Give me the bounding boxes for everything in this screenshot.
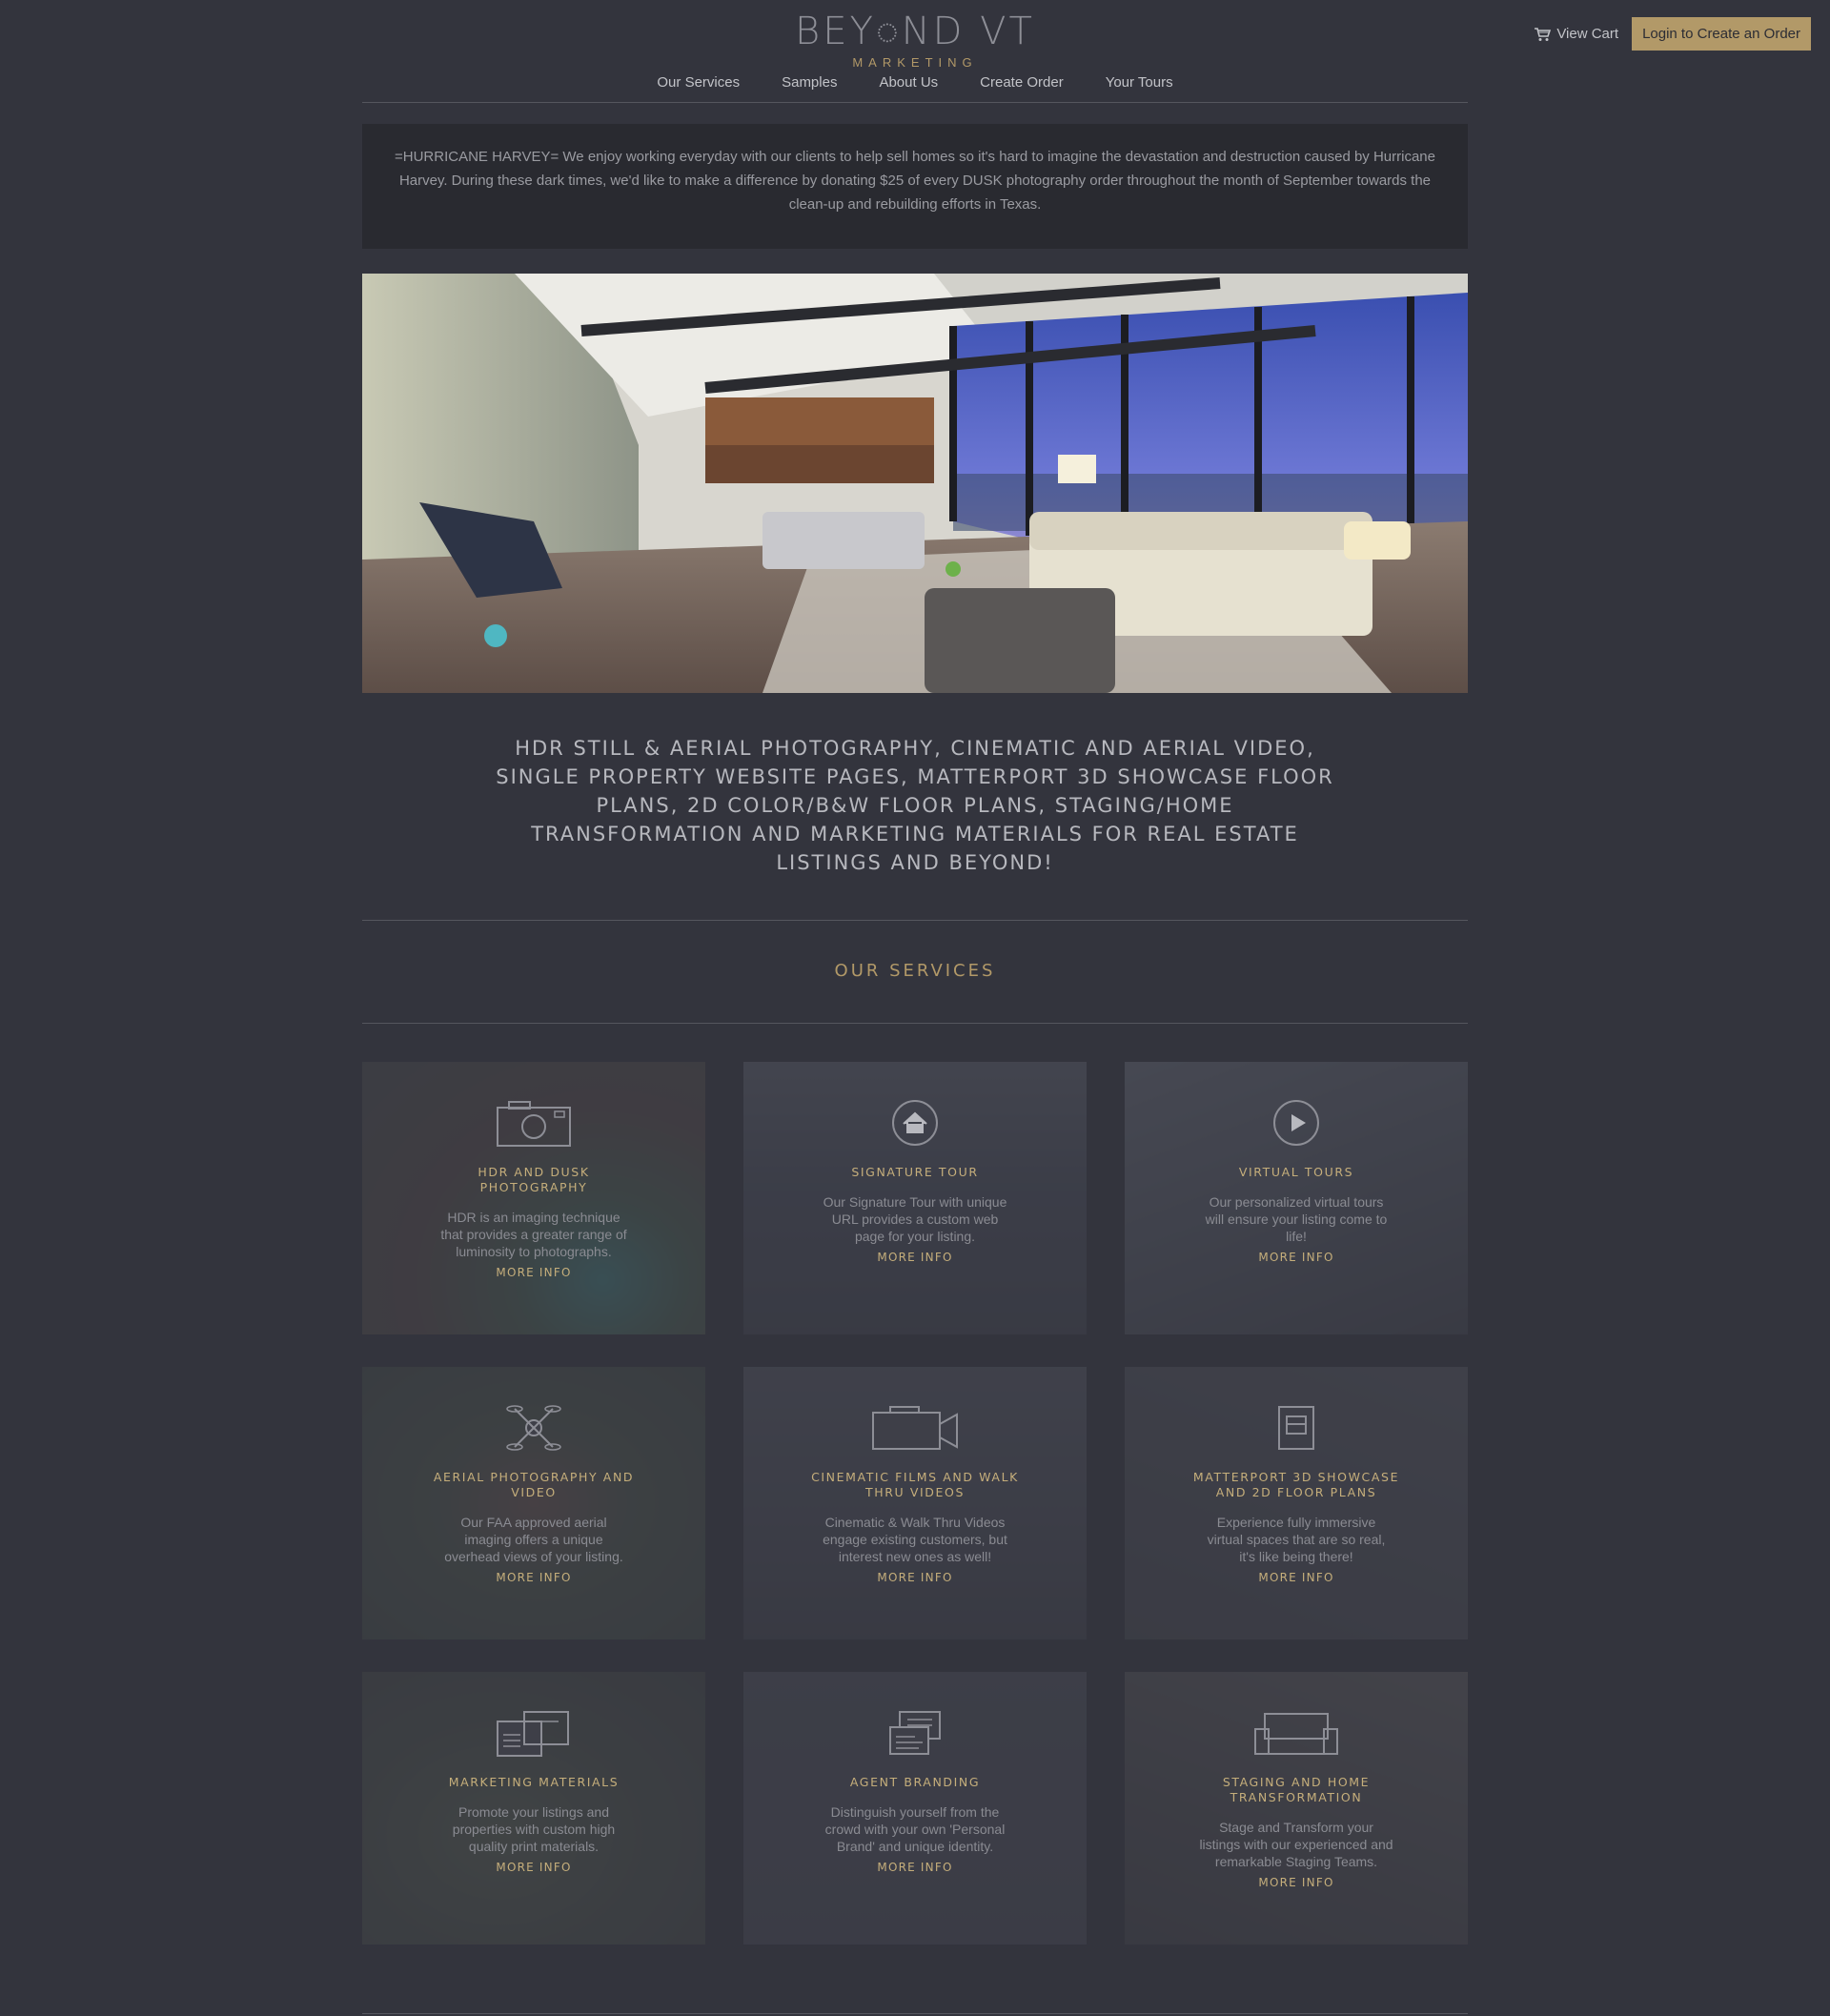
service-card-content: STAGING AND HOME TRANSFORMATION Stage and… [1125, 1672, 1468, 1889]
header-actions: View Cart Login to Create an Order [1534, 17, 1811, 51]
service-card-content: VIRTUAL TOURS Our personalized virtual to… [1125, 1062, 1468, 1264]
nav-samples[interactable]: Samples [782, 74, 837, 91]
service-description: Our Signature Tour with unique URL provi… [823, 1194, 1007, 1244]
service-title: STAGING AND HOME TRANSFORMATION [1222, 1775, 1371, 1804]
main-nav: Our Services Samples About Us Create Ord… [362, 74, 1468, 103]
living-room-photo [362, 274, 1468, 693]
service-title: SIGNATURE TOUR [851, 1165, 979, 1179]
nav-about-us[interactable]: About Us [879, 74, 938, 91]
camera-icon [362, 1098, 705, 1148]
home-icon [743, 1098, 1087, 1148]
service-title: AERIAL PHOTOGRAPHY AND VIDEO [433, 1470, 635, 1499]
view-cart-link[interactable]: View Cart [1534, 26, 1618, 42]
view-cart-label: View Cart [1556, 26, 1619, 42]
service-card[interactable]: HDR AND DUSK PHOTOGRAPHY HDR is an imagin… [362, 1062, 705, 1334]
drone-icon [362, 1403, 705, 1453]
divider-bottom [362, 1023, 1468, 1024]
divider-top [362, 920, 1468, 921]
business-card-icon [743, 1708, 1087, 1758]
service-title: VIRTUAL TOURS [1238, 1165, 1354, 1179]
more-info-link[interactable]: MORE INFO [362, 1266, 705, 1279]
service-card-content: CINEMATIC FILMS AND WALK THRU VIDEOS Cine… [743, 1367, 1087, 1584]
service-description: Experience fully immersive virtual space… [1207, 1515, 1386, 1564]
video-camera-icon [743, 1403, 1087, 1453]
service-card[interactable]: AERIAL PHOTOGRAPHY AND VIDEO Our FAA appr… [362, 1367, 705, 1639]
service-card[interactable]: MARKETING MATERIALS Promote your listings… [362, 1672, 705, 1945]
service-description: Cinematic & Walk Thru Videos engage exis… [823, 1515, 1007, 1564]
cart-icon [1535, 27, 1552, 41]
service-card[interactable]: MATTERPORT 3D SHOWCASE AND 2D FLOOR PLAN… [1125, 1367, 1468, 1639]
service-title: CINEMATIC FILMS AND WALK THRU VIDEOS [811, 1470, 1019, 1499]
service-description: Distinguish yourself from the crowd with… [824, 1804, 1006, 1854]
service-card[interactable]: AGENT BRANDING Distinguish yourself from … [743, 1672, 1087, 1945]
service-card[interactable]: SIGNATURE TOUR Our Signature Tour with un… [743, 1062, 1087, 1334]
service-description: Our FAA approved aerial imaging offers a… [444, 1515, 623, 1564]
nav-your-tours[interactable]: Your Tours [1106, 74, 1173, 91]
section-title-services: OUR SERVICES [834, 961, 996, 981]
service-description: Our personalized virtual tours will ensu… [1205, 1194, 1388, 1244]
service-description: Stage and Transform your listings with o… [1199, 1820, 1393, 1869]
announcement-banner: =HURRICANE HARVEY= We enjoy working ever… [362, 124, 1468, 249]
more-info-link[interactable]: MORE INFO [743, 1861, 1087, 1874]
more-info-link[interactable]: MORE INFO [1125, 1571, 1468, 1584]
service-card-content: MARKETING MATERIALS Promote your listings… [362, 1672, 705, 1874]
play-icon [1125, 1098, 1468, 1148]
login-button[interactable]: Login to Create an Order [1632, 17, 1811, 51]
service-title: HDR AND DUSK PHOTOGRAPHY [478, 1165, 590, 1194]
service-card-content: AERIAL PHOTOGRAPHY AND VIDEO Our FAA appr… [362, 1367, 705, 1584]
site-header: BEY◌ND VT MARKETING View Cart Login to C… [0, 0, 1830, 105]
more-info-link[interactable]: MORE INFO [1125, 1251, 1468, 1264]
logo-subtitle: MARKETING [852, 55, 978, 70]
service-title: AGENT BRANDING [849, 1775, 981, 1789]
service-title: MARKETING MATERIALS [448, 1775, 620, 1789]
more-info-link[interactable]: MORE INFO [1125, 1876, 1468, 1889]
service-card-content: MATTERPORT 3D SHOWCASE AND 2D FLOOR PLAN… [1125, 1367, 1468, 1584]
more-info-link[interactable]: MORE INFO [743, 1571, 1087, 1584]
more-info-link[interactable]: MORE INFO [743, 1251, 1087, 1264]
service-card[interactable]: STAGING AND HOME TRANSFORMATION Stage and… [1125, 1672, 1468, 1945]
more-info-link[interactable]: MORE INFO [362, 1861, 705, 1874]
service-description: Promote your listings and properties wit… [452, 1804, 616, 1854]
service-title: MATTERPORT 3D SHOWCASE AND 2D FLOOR PLAN… [1192, 1470, 1400, 1499]
service-card[interactable]: CINEMATIC FILMS AND WALK THRU VIDEOS Cine… [743, 1367, 1087, 1639]
nav-our-services[interactable]: Our Services [657, 74, 740, 91]
service-card[interactable]: VIRTUAL TOURS Our personalized virtual to… [1125, 1062, 1468, 1334]
footer-divider [362, 2013, 1468, 2014]
brochure-icon [362, 1708, 705, 1758]
service-description: HDR is an imaging technique that provide… [440, 1210, 627, 1259]
announcement-text: =HURRICANE HARVEY= We enjoy working ever… [394, 149, 1435, 213]
service-card-content: SIGNATURE TOUR Our Signature Tour with un… [743, 1062, 1087, 1264]
services-tagline: HDR still & aerial photography, cinemati… [496, 737, 1334, 874]
floor-plan-icon [1125, 1403, 1468, 1453]
nav-create-order[interactable]: Create Order [980, 74, 1064, 91]
more-info-link[interactable]: MORE INFO [362, 1571, 705, 1584]
hero-image [362, 274, 1468, 693]
sofa-icon [1125, 1708, 1468, 1758]
service-card-content: AGENT BRANDING Distinguish yourself from … [743, 1672, 1087, 1874]
service-card-content: HDR AND DUSK PHOTOGRAPHY HDR is an imagin… [362, 1062, 705, 1279]
